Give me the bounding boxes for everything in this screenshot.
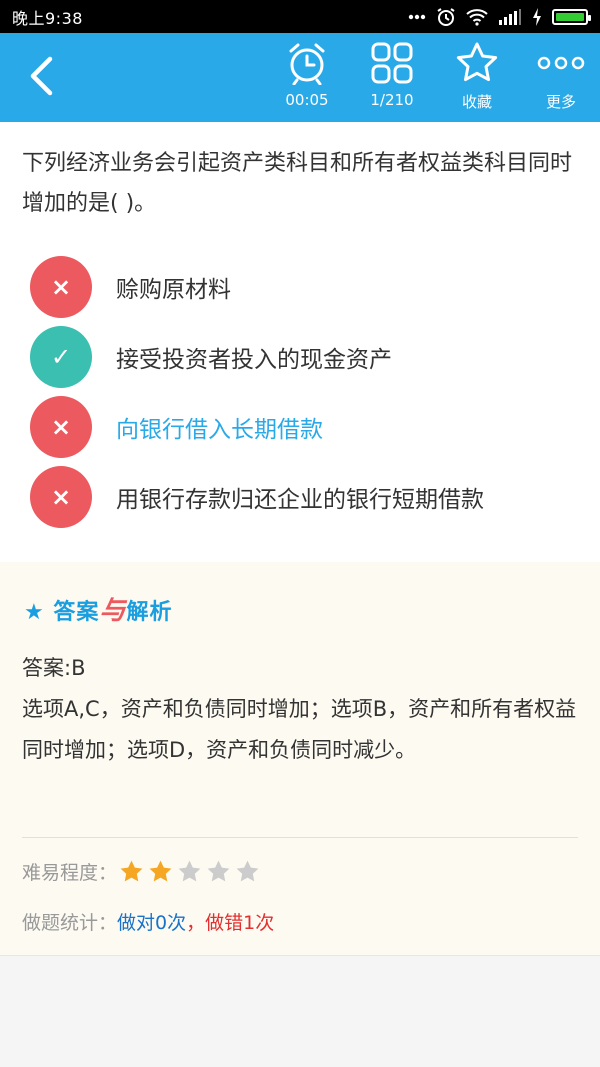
analysis-title: ★ 答案与解析: [24, 590, 172, 627]
bottom-divider: [0, 955, 600, 956]
option-d[interactable]: × 用银行存款归还企业的银行短期借款: [30, 466, 580, 528]
question-text: 下列经济业务会引起资产类科目和所有者权益类科目同时增加的是( )。: [22, 151, 573, 216]
status-time: 晚上9:38: [12, 8, 83, 28]
wrong-mark-icon: ×: [30, 256, 92, 318]
top-toolbar: 00:05 1/210 收藏 更多: [0, 33, 600, 122]
star-outline-icon: [456, 42, 498, 82]
wrong-mark-icon: ×: [30, 396, 92, 458]
check-mark-icon: ✓: [30, 326, 92, 388]
more-label: 更多: [545, 93, 576, 111]
star-empty-icon: [207, 860, 230, 882]
back-arrow-icon: [30, 56, 53, 96]
analysis-panel: ★ 答案与解析 答案:B 选项A,C，资产和负债同时增加；选项B，资产和所有者权…: [0, 562, 600, 955]
answer-text: 答案:B: [22, 656, 86, 680]
stats-correct: 做对0次: [117, 912, 187, 934]
signal-icon: [499, 8, 521, 25]
timer-label: 00:05: [285, 91, 329, 109]
progress-label: 1/210: [370, 91, 414, 109]
analysis-title-and: 与: [99, 596, 127, 626]
charging-icon: [533, 7, 541, 26]
difficulty-stars: [119, 859, 260, 884]
question-panel: 下列经济业务会引起资产类科目和所有者权益类科目同时增加的是( )。 × 赊购原材…: [0, 122, 600, 562]
analysis-title-answer: 答案: [53, 600, 100, 625]
analysis-title-explain: 解析: [126, 600, 173, 625]
star-empty-icon: [178, 860, 201, 882]
more-button[interactable]: 更多: [521, 37, 600, 122]
option-text: 赊购原材料: [116, 277, 231, 303]
option-text: 用银行存款归还企业的银行短期借款: [116, 487, 484, 513]
star-icon: ★: [24, 600, 45, 625]
option-c[interactable]: × 向银行借入长期借款: [30, 396, 580, 458]
explanation-text: 选项A,C，资产和负债同时增加；选项B，资产和所有者权益同时增加；选项D，资产和…: [22, 697, 577, 762]
wrong-mark-icon: ×: [30, 466, 92, 528]
star-empty-icon: [236, 860, 259, 882]
stats-row: 做题统计：做对0次，做错1次: [22, 908, 274, 935]
dots-icon: [408, 14, 426, 19]
star-filled-icon: [149, 860, 172, 882]
divider: [22, 837, 578, 838]
stats-separator: ，: [186, 912, 206, 934]
timer-button[interactable]: 00:05: [267, 37, 347, 122]
back-button[interactable]: [20, 51, 70, 101]
grid-icon: [371, 42, 413, 84]
analysis-body: 答案:B 选项A,C，资产和负债同时增加；选项B，资产和所有者权益同时增加；选项…: [22, 648, 582, 771]
favorite-label: 收藏: [461, 93, 492, 111]
option-b[interactable]: ✓ 接受投资者投入的现金资产: [30, 326, 580, 388]
option-text-selected: 向银行借入长期借款: [116, 417, 323, 443]
star-filled-icon: [120, 860, 143, 882]
more-dots-icon: [537, 56, 585, 70]
difficulty-row: 难易程度：: [22, 858, 260, 885]
wifi-icon: [466, 8, 488, 26]
option-a[interactable]: × 赊购原材料: [30, 256, 580, 318]
difficulty-label: 难易程度：: [22, 862, 118, 884]
status-bar: 晚上9:38: [0, 0, 600, 33]
stats-label: 做题统计：: [22, 912, 118, 934]
stats-wrong: 做错1次: [205, 912, 275, 934]
progress-grid-button[interactable]: 1/210: [352, 37, 432, 122]
alarm-clock-icon: [289, 43, 325, 85]
alarm-icon: [437, 7, 455, 26]
favorite-button[interactable]: 收藏: [437, 37, 517, 122]
battery-icon: [552, 8, 591, 25]
option-text: 接受投资者投入的现金资产: [116, 347, 392, 373]
